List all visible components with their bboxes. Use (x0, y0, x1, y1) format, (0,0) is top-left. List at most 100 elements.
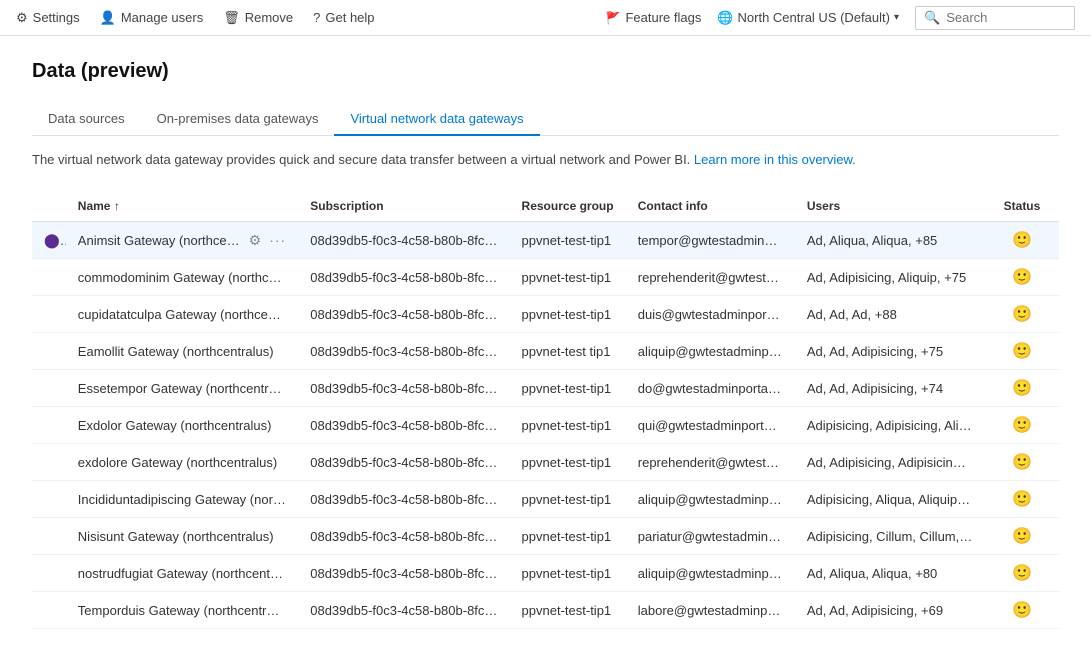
gear-icon[interactable]: ⚙ (249, 232, 262, 249)
status-icon: 🙂 (1012, 454, 1032, 471)
cell-subscription: 08d39db5-f0c3-4c58-b80b-8fc682cf67c1 (298, 259, 509, 296)
remove-label: Remove (245, 10, 293, 25)
table-row[interactable]: Eamollit Gateway (northcentralus) 08d39db… (32, 333, 1059, 370)
page-content: Data (preview) Data sources On-premises … (0, 36, 1091, 653)
table-row[interactable]: Nisisunt Gateway (northcentralus)08d39db… (32, 518, 1059, 555)
cell-subscription: 08d39db5-f0c3-4c58-b80b-8fc682cf67c1 (298, 407, 509, 444)
cell-contact-info: aliquip@gwtestadminport... (626, 481, 795, 518)
status-icon: 🙂 (1012, 491, 1032, 508)
status-icon: 🙂 (1012, 565, 1032, 582)
cell-resource-group: ppvnet-test-tip1 (510, 407, 626, 444)
tabs-container: Data sources On-premises data gateways V… (32, 103, 1059, 136)
tab-data-sources[interactable]: Data sources (32, 103, 141, 136)
table-row[interactable]: Temporduis Gateway (northcentralus)08d39… (32, 592, 1059, 629)
cell-subscription: 08d39db5-f0c3-4c58-b80b-8fc682cf67c1 (298, 222, 509, 259)
search-bar[interactable]: 🔍 (915, 6, 1075, 30)
status-icon: 🙂 (1012, 269, 1032, 286)
chevron-down-icon: ▾ (894, 12, 899, 23)
cell-status: 🙂 (985, 481, 1059, 518)
gateway-name: Exdolor Gateway (northcentralus) (78, 418, 272, 433)
feature-flags-button[interactable]: 🚩 Feature flags (606, 10, 702, 25)
cell-name: Nisisunt Gateway (northcentralus) (66, 518, 298, 555)
learn-more-link[interactable]: Learn more in this overview. (694, 152, 856, 167)
manage-users-icon: 👤 (100, 10, 116, 26)
cell-name: Exdolor Gateway (northcentralus) (66, 407, 298, 444)
cell-contact-info: reprehenderit@gwtestd... (626, 444, 795, 481)
feature-flags-label: Feature flags (625, 10, 701, 25)
topbar-right: 🚩 Feature flags 🌐 North Central US (Defa… (606, 6, 1076, 30)
gateway-name: Incididuntadipiscing Gateway (northc... (78, 492, 298, 507)
table-container: Name ↑ Subscription Resource group Conta… (32, 191, 1059, 629)
status-icon: 🙂 (1012, 232, 1032, 249)
cell-resource-group: ppvnet-test tip1 (510, 333, 626, 370)
cell-contact-info: aliquip@gwtestadminport... (626, 555, 795, 592)
col-header-resource-group: Resource group (510, 191, 626, 222)
manage-users-button[interactable]: 👤 Manage users (100, 10, 204, 26)
table-row[interactable]: Essetempor Gateway (northcentralus)08d39… (32, 370, 1059, 407)
tab-vnet[interactable]: Virtual network data gateways (334, 103, 539, 136)
status-icon: 🙂 (1012, 417, 1032, 434)
cell-status: 🙂 (985, 222, 1059, 259)
cell-users: Adipisicing, Aliqua, Aliquip, +71 (795, 481, 985, 518)
cell-resource-group: ppvnet-test-tip1 (510, 222, 626, 259)
cell-subscription: 08d39db5-f0c3-4c58-b80b-8fc682cf67c1 (298, 444, 509, 481)
get-help-label: Get help (325, 10, 374, 25)
region-selector[interactable]: 🌐 North Central US (Default) ▾ (717, 10, 899, 26)
cell-resource-group: ppvnet-test-tip1 (510, 555, 626, 592)
remove-icon: 🗑 (223, 10, 240, 26)
gateway-name: exdolore Gateway (northcentralus) (78, 455, 277, 470)
settings-button[interactable]: ⚙ Settings (16, 10, 80, 26)
cell-users: Ad, Adipisicing, Adipisicing, +103 (795, 444, 985, 481)
more-options-icon[interactable]: ··· (269, 232, 286, 248)
gateway-name: Temporduis Gateway (northcentralus) (78, 603, 295, 618)
cell-status: 🙂 (985, 592, 1059, 629)
remove-button[interactable]: 🗑 Remove (223, 10, 293, 26)
gateway-name: cupidatatculpa Gateway (northcentralus) (78, 307, 298, 322)
gateway-name: Eamollit Gateway (northcentralus) (78, 344, 274, 359)
cell-name: exdolore Gateway (northcentralus) (66, 444, 298, 481)
page-title: Data (preview) (32, 60, 1059, 83)
status-icon: 🙂 (1012, 380, 1032, 397)
cell-users: Adipisicing, Cillum, Cillum, +74 (795, 518, 985, 555)
search-input[interactable] (946, 10, 1066, 25)
cell-subscription: 08d39db5-f0c3-4c58-b80b-8fc682cf67c1 (298, 518, 509, 555)
cell-status: 🙂 (985, 259, 1059, 296)
cell-users: Ad, Aliqua, Aliqua, +80 (795, 555, 985, 592)
table-row[interactable]: Exdolor Gateway (northcentralus) 08d39db5… (32, 407, 1059, 444)
table-row[interactable]: cupidatatculpa Gateway (northcentralus)0… (32, 296, 1059, 333)
region-label: North Central US (Default) (738, 10, 890, 25)
col-header-users: Users (795, 191, 985, 222)
table-row[interactable]: exdolore Gateway (northcentralus) 08d39db… (32, 444, 1059, 481)
cell-users: Ad, Ad, Adipisicing, +74 (795, 370, 985, 407)
status-icon: 🙂 (1012, 602, 1032, 619)
description: The virtual network data gateway provide… (32, 152, 1059, 167)
table-body: ⬤ Animsit Gateway (northcentralus) ⚙ ···… (32, 222, 1059, 629)
cell-subscription: 08d39db5-f0c3-4c58-b80b-8fc682cf67c1 (298, 555, 509, 592)
cell-contact-info: do@gwtestadminportal-c... (626, 370, 795, 407)
cell-contact-info: tempor@gwtestadminport... (626, 222, 795, 259)
cell-subscription: 08d39db5-f0c3-4c58-b80b-8fc682cf67c1 (298, 481, 509, 518)
cell-subscription: 08d39db5-f0c3-4c58-b80b-8fc682cf67c1 (298, 370, 509, 407)
table-row[interactable]: commodominim Gateway (northcentra...08d3… (32, 259, 1059, 296)
table-row[interactable]: ⬤ Animsit Gateway (northcentralus) ⚙ ···… (32, 222, 1059, 259)
cell-users: Ad, Aliqua, Aliqua, +85 (795, 222, 985, 259)
cell-resource-group: ppvnet-test-tip1 (510, 370, 626, 407)
cell-name: Incididuntadipiscing Gateway (northc... (66, 481, 298, 518)
table-row[interactable]: nostrudfugiat Gateway (northcentralus)08… (32, 555, 1059, 592)
cell-name: Temporduis Gateway (northcentralus) (66, 592, 298, 629)
cell-subscription: 08d39db5-f0c3-4c58-b80b-8fc682cf67c1 (298, 333, 509, 370)
selected-row-icon: ⬤ (44, 232, 66, 248)
region-icon: 🌐 (717, 10, 733, 26)
topbar: ⚙ Settings 👤 Manage users 🗑 Remove ? Get… (0, 0, 1091, 36)
cell-status: 🙂 (985, 333, 1059, 370)
cell-name: Essetempor Gateway (northcentralus) (66, 370, 298, 407)
cell-resource-group: ppvnet-test-tip1 (510, 592, 626, 629)
status-icon: 🙂 (1012, 528, 1032, 545)
cell-resource-group: ppvnet-test-tip1 (510, 296, 626, 333)
col-header-status: Status (985, 191, 1059, 222)
col-header-name: Name ↑ (66, 191, 298, 222)
get-help-button[interactable]: ? Get help (313, 10, 374, 25)
tab-on-premises[interactable]: On-premises data gateways (141, 103, 335, 136)
table-row[interactable]: Incididuntadipiscing Gateway (northc...0… (32, 481, 1059, 518)
gateway-name: commodominim Gateway (northcentra... (78, 270, 298, 285)
